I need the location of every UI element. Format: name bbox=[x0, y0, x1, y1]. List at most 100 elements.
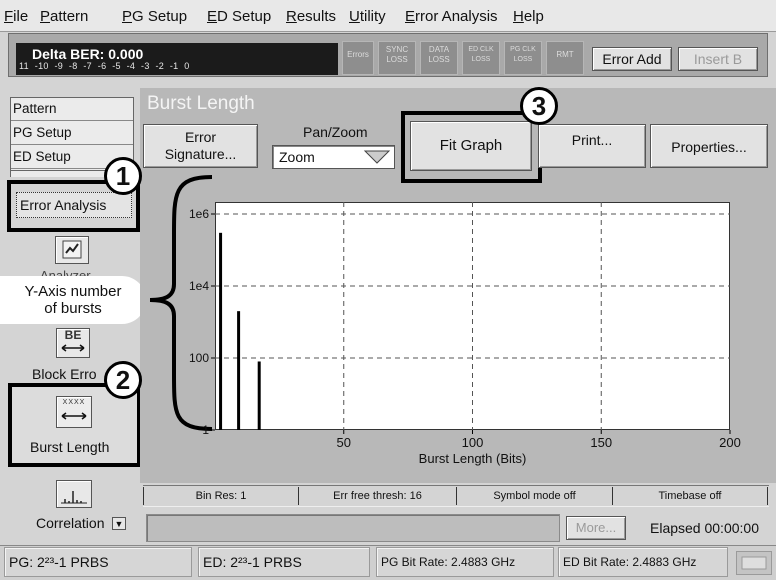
x-tick-label: 200 bbox=[719, 435, 741, 450]
errors-indicator-label: Errors bbox=[347, 50, 369, 59]
ber-scale-tick: 0 bbox=[184, 61, 190, 71]
block-errors-button[interactable]: BE bbox=[56, 328, 90, 358]
callout-number-3: 3 bbox=[520, 87, 558, 125]
burst-bar bbox=[237, 311, 241, 430]
ber-scale-tick: -6 bbox=[97, 61, 107, 71]
info-sep bbox=[767, 487, 768, 505]
ed-clk-label: ED CLK bbox=[468, 46, 494, 53]
y-tick-label: 1e4 bbox=[189, 279, 209, 293]
ber-scale-tick: -4 bbox=[126, 61, 136, 71]
ber-scale-tick: -8 bbox=[68, 61, 78, 71]
menu-pg-setup[interactable]: PG Setup bbox=[122, 8, 187, 25]
ber-scale-tick: -10 bbox=[34, 61, 49, 71]
pg-pattern-status: PG: 2²³-1 PRBS bbox=[4, 547, 192, 577]
ber-scale: 11 -10 -9 -8 -7 -6 -5 -4 -3 -2 -1 0 bbox=[19, 61, 190, 71]
analyzer-label: Analyzer bbox=[40, 268, 91, 276]
ber-scale-tick: -7 bbox=[83, 61, 92, 71]
error-signature-label-line1: Error bbox=[184, 129, 217, 145]
menu-results[interactable]: Results bbox=[286, 8, 336, 25]
double-arrow-icon bbox=[61, 344, 85, 352]
err-free-thresh-label: Err free thresh: 16 bbox=[333, 490, 422, 502]
panzoom-select-value: Zoom bbox=[279, 149, 315, 165]
nav-item-pg-setup[interactable]: PG Setup bbox=[11, 122, 133, 145]
pg-rate-status: PG Bit Rate: 2.4883 GHz bbox=[376, 547, 554, 577]
correlation-label: Correlation bbox=[36, 515, 105, 531]
ber-scale-tick: 11 bbox=[19, 61, 29, 71]
ed-clk-loss-indicator: ED CLK LOSS bbox=[462, 41, 500, 75]
sync-loss-label: LOSS bbox=[386, 55, 408, 64]
y-axis-annotation: Y-Axis number of bursts bbox=[0, 276, 146, 324]
burst-icon-text: XXXX bbox=[62, 399, 86, 406]
symbol-mode-label: Symbol mode off bbox=[493, 490, 576, 502]
bin-res-label: Bin Res: 1 bbox=[195, 490, 247, 502]
timebase-label: Timebase off bbox=[658, 490, 722, 502]
error-signature-label-line2: Signature... bbox=[164, 146, 237, 162]
error-add-button[interactable]: Error Add bbox=[592, 47, 672, 71]
more-button[interactable]: More... bbox=[566, 516, 626, 540]
burst-bar bbox=[257, 361, 261, 430]
callout-number-2: 2 bbox=[104, 361, 142, 399]
keyboard-icon-glyph bbox=[741, 556, 767, 570]
menu-pattern[interactable]: Pattern bbox=[40, 8, 88, 25]
rmt-label: RMT bbox=[556, 50, 574, 59]
nav-item-error-analysis[interactable]: Error Analysis bbox=[16, 192, 132, 218]
print-button[interactable]: Print... bbox=[538, 124, 646, 168]
burst-length-label: Burst Length bbox=[30, 439, 110, 455]
y-axis-annotation-line2: of bursts bbox=[44, 300, 102, 317]
ber-scale-tick: -2 bbox=[155, 61, 165, 71]
panel-title: Burst Length bbox=[147, 93, 255, 114]
ber-scale-tick: -5 bbox=[112, 61, 121, 71]
correlation-dropdown-icon[interactable]: ▼ bbox=[112, 517, 126, 530]
keyboard-icon[interactable] bbox=[736, 551, 772, 575]
y-tick-label: 1 bbox=[202, 423, 209, 437]
errors-indicator: Errors bbox=[342, 41, 374, 75]
data-loss-label: LOSS bbox=[428, 55, 450, 64]
menu-file[interactable]: File bbox=[4, 8, 28, 25]
block-errors-label: Block Erro bbox=[32, 366, 97, 382]
analyzer-icon bbox=[62, 240, 82, 259]
menu-error-analysis[interactable]: Error Analysis bbox=[405, 8, 498, 25]
x-tick-label: 50 bbox=[337, 435, 351, 450]
callout-number-1: 1 bbox=[104, 157, 142, 195]
double-arrow-icon bbox=[61, 412, 87, 420]
properties-button[interactable]: Properties... bbox=[650, 124, 768, 168]
x-axis-title: Burst Length (Bits) bbox=[419, 451, 527, 466]
analyzer-button[interactable] bbox=[55, 236, 89, 264]
menu-help[interactable]: Help bbox=[513, 8, 544, 25]
ed-clk-loss-label: LOSS bbox=[471, 56, 491, 63]
menu-ed-setup[interactable]: ED Setup bbox=[207, 8, 271, 25]
sync-loss-indicator: SYNC LOSS bbox=[378, 41, 416, 75]
ber-scale-tick: -1 bbox=[169, 61, 179, 71]
error-signature-button[interactable]: Error Signature... bbox=[143, 124, 258, 168]
fit-graph-button[interactable]: Fit Graph bbox=[410, 121, 532, 171]
ed-rate-status: ED Bit Rate: 2.4883 GHz bbox=[558, 547, 728, 577]
ber-scale-tick: -3 bbox=[141, 61, 150, 71]
pg-clk-loss-indicator: PG CLK LOSS bbox=[504, 41, 542, 75]
menu-bar: File Pattern PG Setup ED Setup Results U… bbox=[0, 0, 776, 32]
message-field bbox=[146, 514, 560, 542]
menu-utility[interactable]: Utility bbox=[349, 8, 386, 25]
data-loss-indicator: DATA LOSS bbox=[420, 41, 458, 75]
chevron-down-icon bbox=[363, 150, 391, 164]
y-tick-label: 100 bbox=[189, 351, 209, 365]
panzoom-select[interactable]: Zoom bbox=[272, 145, 395, 169]
data-label: DATA bbox=[428, 45, 450, 54]
insert-button[interactable]: Insert B bbox=[678, 47, 758, 71]
burst-bar bbox=[219, 232, 223, 430]
elapsed-time: Elapsed 00:00:00 bbox=[650, 520, 759, 536]
pg-clk-loss-label: LOSS bbox=[513, 56, 533, 63]
y-axis-annotation-line1: Y-Axis number bbox=[24, 283, 122, 300]
sync-label: SYNC bbox=[385, 45, 409, 54]
x-tick-label: 100 bbox=[462, 435, 484, 450]
rmt-indicator: RMT bbox=[546, 41, 584, 75]
ber-title: Delta BER: 0.000 bbox=[32, 46, 144, 62]
panzoom-label: Pan/Zoom bbox=[303, 124, 368, 140]
nav-item-pattern[interactable]: Pattern bbox=[11, 98, 133, 121]
block-errors-icon-text: BE bbox=[64, 328, 82, 342]
ed-pattern-status: ED: 2²³-1 PRBS bbox=[198, 547, 370, 577]
pg-clk-label: PG CLK bbox=[510, 46, 536, 53]
correlation-icon bbox=[61, 491, 87, 504]
ber-scale-tick: -9 bbox=[54, 61, 64, 71]
burst-length-button[interactable]: XXXX bbox=[56, 396, 92, 428]
correlation-button[interactable] bbox=[56, 480, 92, 508]
